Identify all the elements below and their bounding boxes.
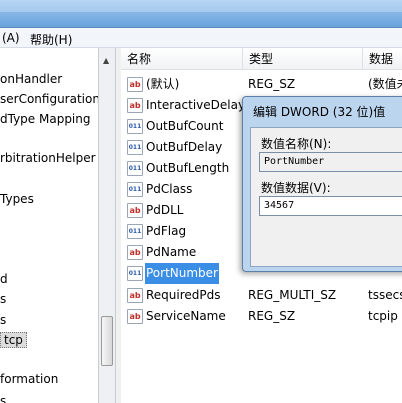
string-value-icon: ab [127,77,143,92]
binary-value-icon: 011 [127,161,143,176]
tree-item[interactable]: s [0,391,6,403]
menu-bar: (A) 帮助(H) [0,28,402,48]
tree-item-tcp[interactable]: tcp [0,330,27,350]
tree-item[interactable]: onHandler [0,69,62,89]
menu-item-help[interactable]: 帮助(H) [30,31,72,48]
value-name: OutBufLength [146,161,230,175]
value-row[interactable]: ab ServiceName REG_SZ tcpip [121,306,402,327]
value-name: OutBufCount [146,119,224,133]
binary-value-icon: 011 [127,182,143,197]
binary-value-icon: 011 [127,224,143,239]
tree-item[interactable]: d [0,269,8,289]
binary-value-icon: 011 [127,119,143,134]
value-row[interactable]: ab RequiredPds REG_MULTI_SZ tssecs [121,285,402,306]
value-type: REG_SZ [248,77,296,91]
value-name: PdFlag [146,224,187,238]
value-name-label: 数值名称(N): [261,137,332,151]
value-name: PdDLL [146,203,184,217]
title-bar-glass [0,0,402,12]
value-name: OutBufDelay [146,140,223,154]
value-name: (默认) [146,77,180,91]
menu-item-favorites[interactable]: (A) [2,31,20,45]
registry-key-tree[interactable]: onHandler serConfiguration dType Mapping… [0,48,98,403]
value-row[interactable]: ab (默认) REG_SZ (数值未 [121,74,402,95]
scroll-up-arrow-icon[interactable]: ▲ [103,56,109,65]
value-data-label: 数值数据(V): [261,181,331,195]
binary-value-icon: 011 [127,266,143,281]
dialog-title: 编辑 DWORD (32 位)值 [253,105,386,119]
value-type: REG_SZ [248,309,296,323]
value-name: PdName [146,245,197,259]
tree-item[interactable]: rbitrationHelper [0,148,96,168]
string-value-icon: ab [127,203,143,218]
tree-item[interactable]: s [0,310,6,330]
value-name-field: PortNumber [259,152,402,172]
string-value-icon: ab [127,245,143,260]
window-title-bar[interactable] [0,0,402,28]
value-data: tssecs [368,288,402,302]
column-header-name[interactable]: 名称 [121,48,243,70]
tree-item[interactable]: dType Mapping [0,109,91,129]
tree-item[interactable]: Types [0,189,34,209]
scrollbar-thumb[interactable] [101,316,113,366]
column-header-data[interactable]: 数据 [363,48,402,70]
binary-value-icon: 011 [127,140,143,155]
string-value-icon: ab [127,309,143,324]
dialog-body: 数值名称(N): PortNumber 数值数据(V): 34567 [250,127,402,267]
value-name: RequiredPds [146,288,221,302]
value-data: tcpip [368,309,398,323]
value-name: InteractiveDelay [146,98,246,112]
value-data: (数值未 [368,77,402,91]
string-value-icon: ab [127,98,143,113]
value-name: PortNumber [145,263,219,284]
value-data-input[interactable]: 34567 [259,196,402,216]
tree-item[interactable]: serConfiguration [0,89,98,109]
value-name: ServiceName [146,309,226,323]
value-type: REG_MULTI_SZ [248,288,337,302]
string-value-icon: ab [127,288,143,303]
tree-item[interactable]: s [0,289,6,309]
column-header-type[interactable]: 类型 [243,48,363,70]
tree-scrollbar[interactable]: ▲ [98,48,116,403]
edit-dword-dialog: 编辑 DWORD (32 位)值 数值名称(N): PortNumber 数值数… [242,96,402,272]
value-name: PdClass [146,182,193,196]
tree-item[interactable]: formation [0,369,58,389]
